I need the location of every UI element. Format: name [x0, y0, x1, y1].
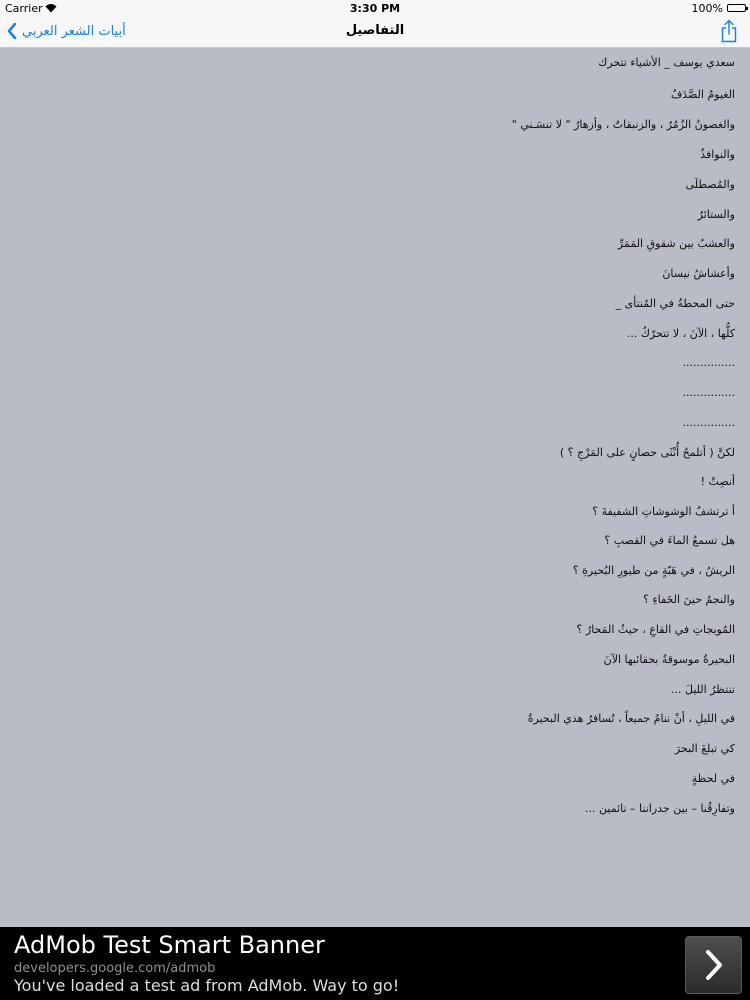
poem-line: المُويجاتِ في القاعِ ، حيثُ المَحارُ ؟: [576, 623, 735, 636]
back-button-label: أبيات الشعر العربي: [22, 23, 126, 39]
poem-line: أ ترتشفُ الوشوشاتِ الشفيفةَ ؟: [592, 505, 735, 518]
poem-line: والنجمُ حينَ الخَفاءِ ؟: [643, 593, 735, 606]
poem-line: والعشبُ بين شقوقِ المَمَرِّ: [617, 237, 735, 250]
poem-line: في الليلِ ، أنْ ننامُ جميعاً ، تُسافرُ ه…: [527, 712, 735, 725]
poem-line: كي تبلغَ البحرَ: [674, 742, 735, 755]
poem-line: الريشُ ، في هَبّةٍ من طيورِ البُحيرةِ ؟: [572, 564, 735, 577]
share-icon[interactable]: [720, 19, 738, 43]
poem-line: البحيرةُ موسوقةٌ بحقائبها الآنَ: [603, 653, 735, 666]
ad-banner[interactable]: AdMob Test Smart Banner developers.googl…: [0, 927, 750, 1000]
battery-icon: [727, 4, 748, 12]
back-button[interactable]: أبيات الشعر العربي: [6, 21, 126, 41]
poem-line: في لحظةٍ: [691, 772, 735, 785]
battery-percentage: 100%: [691, 2, 723, 15]
poem-line: والمُصطلَى: [685, 178, 735, 191]
poem-line: حتى المحطةُ في المُنتأى _: [615, 297, 735, 310]
chevron-right-icon: [705, 950, 722, 980]
poem-line: والستائرُ: [697, 208, 735, 221]
poem-line: ...............: [682, 386, 735, 399]
ad-description: You've loaded a test ad from AdMob. Way …: [14, 976, 400, 995]
poem-line: والنوافذُ: [700, 148, 735, 161]
poem-line: سعدي يوسف _ الأشياء تتحرك: [598, 56, 735, 69]
ad-open-button[interactable]: [685, 936, 742, 994]
poem-line: كلُّها ، الآنَ ، لا تتحرّكُ ...: [626, 327, 735, 340]
poem-content[interactable]: سعدي يوسف _ الأشياء تتحرك الغيومُ الصَّد…: [0, 48, 750, 927]
poem-line: الغيومُ الصَّدَفُ: [670, 88, 735, 101]
ad-title: AdMob Test Smart Banner: [14, 931, 325, 959]
poem-line: ...............: [682, 416, 735, 429]
poem-line: والغصونُ الزُمُرُ ، والزنبقاتُ ، وأزهارُ…: [511, 118, 735, 131]
poem-line: هل تسمعُ الماءَ في القصبِ ؟: [604, 534, 735, 547]
poem-line: ...............: [682, 356, 735, 369]
chevron-left-icon: [7, 23, 17, 39]
poem-line: وتفارِقُنا – بين جدراننا – نائمين ...: [585, 802, 735, 815]
navigation-bar: أبيات الشعر العربي التفاصيل: [0, 16, 750, 48]
poem-line: تنتظرُ الليلَ ...: [671, 683, 735, 696]
ad-url: developers.google.com/admob: [14, 961, 216, 976]
poem-line: لكنَّ ( أتلمحُ أُنْثَى حصانٍ على المَرْج…: [559, 446, 735, 459]
poem-line: أنصِتْ !: [700, 475, 735, 488]
status-bar: Carrier 3:30 PM 100%: [0, 0, 750, 16]
poem-line: وأعشاشُ نيسانَ: [662, 267, 735, 280]
clock: 3:30 PM: [349, 2, 401, 15]
